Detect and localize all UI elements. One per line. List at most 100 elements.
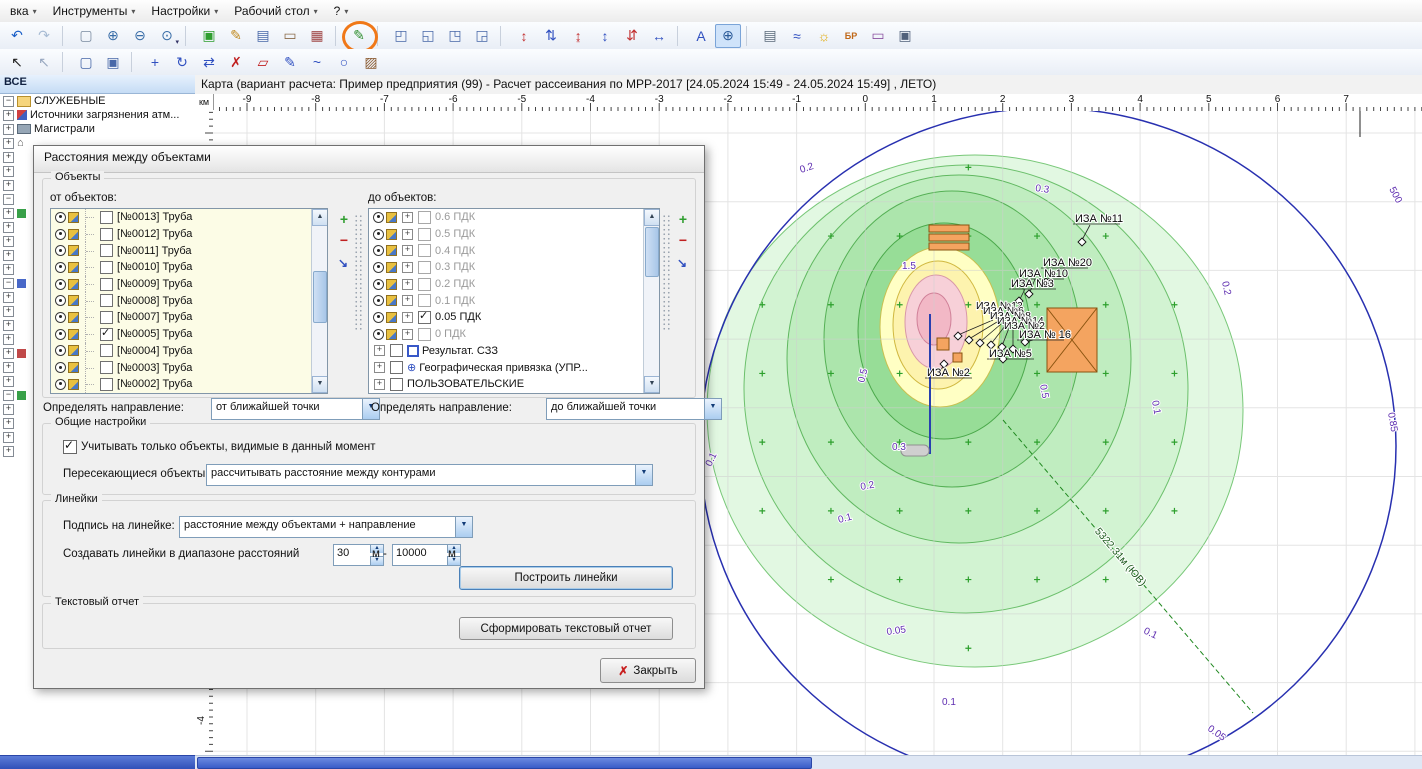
to-list-item[interactable]: +0.4 ПДК (369, 242, 659, 259)
direction-from-combo[interactable]: от ближайшей точки ▼ (211, 398, 380, 420)
profile-icon[interactable]: ≈ (784, 24, 810, 48)
building[interactable] (929, 234, 969, 241)
item-checkbox[interactable] (100, 244, 113, 257)
measure-tool-3-icon[interactable]: ↨ (565, 24, 591, 48)
to-list-item[interactable]: +Результат. СЗЗ (369, 343, 659, 360)
from-objects-list[interactable]: [№0013] Труба[№0012] Труба[№0011] Труба[… (50, 208, 328, 394)
paint-can-icon[interactable] (68, 345, 79, 356)
circle-tool-icon[interactable]: ○ (331, 50, 357, 74)
screen-icon[interactable]: ▣ (892, 24, 918, 48)
tree-expand-icon[interactable]: + (3, 208, 14, 219)
select-object-icon[interactable]: ▢ (73, 50, 99, 74)
visibility-eye-icon[interactable] (373, 245, 384, 256)
from-add-icon[interactable]: + (336, 212, 352, 228)
item-checkbox[interactable] (418, 261, 431, 274)
tree-expand-icon[interactable]: + (3, 138, 14, 149)
zoom-select-icon[interactable]: ⊕ (715, 24, 741, 48)
to-list-item[interactable]: +ПОЛЬЗОВАТЕЛЬСКИЕ (369, 376, 659, 393)
item-checkbox[interactable] (100, 294, 113, 307)
measure-tool-1-icon[interactable]: ↕ (511, 24, 537, 48)
from-pick-on-map-icon[interactable]: ↘ (335, 256, 351, 272)
tree-expand-icon[interactable]: + (402, 229, 413, 240)
tree-expand-icon[interactable]: + (3, 306, 14, 317)
menu-item-spravka[interactable]: вка▾ (2, 1, 45, 21)
tree-expand-icon[interactable]: − (3, 278, 14, 289)
visibility-eye-icon[interactable] (55, 329, 66, 340)
curve-tool-icon[interactable]: ~ (304, 50, 330, 74)
hint-icon[interactable]: ☼ (811, 24, 837, 48)
menu-item-tools[interactable]: Инструменты▾ (45, 1, 144, 21)
zoom-in-icon[interactable]: ⊕ (100, 24, 126, 48)
menu-item-help[interactable]: ?▾ (326, 1, 357, 21)
paint-can-icon[interactable] (68, 295, 79, 306)
item-checkbox[interactable] (418, 228, 431, 241)
tree-expand-icon[interactable]: + (3, 432, 14, 443)
visibility-eye-icon[interactable] (55, 362, 66, 373)
mirror-object-icon[interactable]: ⇄ (196, 50, 222, 74)
tree-expand-icon[interactable]: + (3, 362, 14, 373)
from-list-item[interactable]: [№0013] Труба (51, 209, 327, 226)
visibility-eye-icon[interactable] (55, 245, 66, 256)
tree-expand-icon[interactable]: + (3, 250, 14, 261)
to-list-item[interactable]: +0.05 ПДК (369, 309, 659, 326)
item-checkbox[interactable] (100, 344, 113, 357)
measure-tool-5-icon[interactable]: ⇵ (619, 24, 645, 48)
visibility-eye-icon[interactable] (373, 329, 384, 340)
item-checkbox[interactable] (390, 344, 403, 357)
sidebar-header[interactable]: ВСЕ (0, 75, 195, 94)
tree-expand-icon[interactable]: + (3, 166, 14, 177)
annotation-icon[interactable]: A (688, 24, 714, 48)
tree-expand-icon[interactable]: + (3, 180, 14, 191)
tree-expand-icon[interactable]: + (3, 376, 14, 387)
ruler-settings-icon[interactable]: ▭ (277, 24, 303, 48)
tree-expand-icon[interactable]: + (3, 236, 14, 247)
to-list-item[interactable]: +0.1 ПДК (369, 292, 659, 309)
chevron-down-icon[interactable]: ▼ (455, 517, 472, 537)
visibility-eye-icon[interactable] (55, 295, 66, 306)
paint-can-icon[interactable] (386, 329, 397, 340)
pointer-alt-icon[interactable]: ↖ (31, 50, 57, 74)
delete-results-icon[interactable]: ▦ (304, 24, 330, 48)
paint-can-icon[interactable] (68, 329, 79, 340)
visibility-eye-icon[interactable] (373, 262, 384, 273)
map-horizontal-scrollbar[interactable] (195, 755, 1422, 769)
print-icon[interactable]: ▤ (757, 24, 783, 48)
from-list-item[interactable]: [№0012] Труба (51, 226, 327, 243)
to-list-item[interactable]: +0.2 ПДК (369, 276, 659, 293)
object-card-icon[interactable]: ▤ (250, 24, 276, 48)
menu-item-desktop[interactable]: Рабочий стол▾ (226, 1, 325, 21)
close-button[interactable]: ✗ Закрыть (600, 658, 696, 683)
from-list-item[interactable]: [№0004] Труба (51, 343, 327, 360)
visibility-eye-icon[interactable] (373, 212, 384, 223)
paint-can-icon[interactable] (68, 362, 79, 373)
item-checkbox[interactable] (418, 244, 431, 257)
from-list-item[interactable]: [№0005] Труба (51, 326, 327, 343)
tree-expand-icon[interactable]: + (3, 418, 14, 429)
build-rulers-button[interactable]: Построить линейки (459, 566, 673, 590)
polygon-tool-icon[interactable]: ▱ (250, 50, 276, 74)
paint-can-icon[interactable] (68, 279, 79, 290)
tree-expand-icon[interactable]: + (374, 362, 385, 373)
item-checkbox[interactable] (418, 294, 431, 307)
scroll-down-icon[interactable]: ▼ (644, 376, 660, 393)
frame-icon[interactable]: ▭ (865, 24, 891, 48)
building-small[interactable] (937, 338, 949, 350)
from-remove-icon[interactable]: − (336, 233, 352, 249)
tree-expand-icon[interactable]: + (3, 446, 14, 457)
bp-icon[interactable]: БР (838, 24, 864, 48)
visibility-eye-icon[interactable] (55, 212, 66, 223)
tree-expand-icon[interactable]: + (402, 245, 413, 256)
to-list-item[interactable]: +0.3 ПДК (369, 259, 659, 276)
splitter-grip[interactable] (354, 214, 363, 332)
paint-can-icon[interactable] (386, 312, 397, 323)
from-list-item[interactable]: [№0007] Труба (51, 309, 327, 326)
select-area-icon[interactable]: ▢ (73, 24, 99, 48)
tree-expand-icon[interactable]: + (3, 152, 14, 163)
tree-item-sluzhebnye[interactable]: −СЛУЖЕБНЫЕ (0, 94, 195, 108)
hatch-tool-icon[interactable]: ▨ (358, 50, 384, 74)
paint-can-icon[interactable] (386, 229, 397, 240)
tree-expand-icon[interactable]: + (3, 404, 14, 415)
tree-expand-icon[interactable]: + (374, 379, 385, 390)
item-checkbox[interactable] (418, 278, 431, 291)
item-checkbox[interactable] (100, 228, 113, 241)
